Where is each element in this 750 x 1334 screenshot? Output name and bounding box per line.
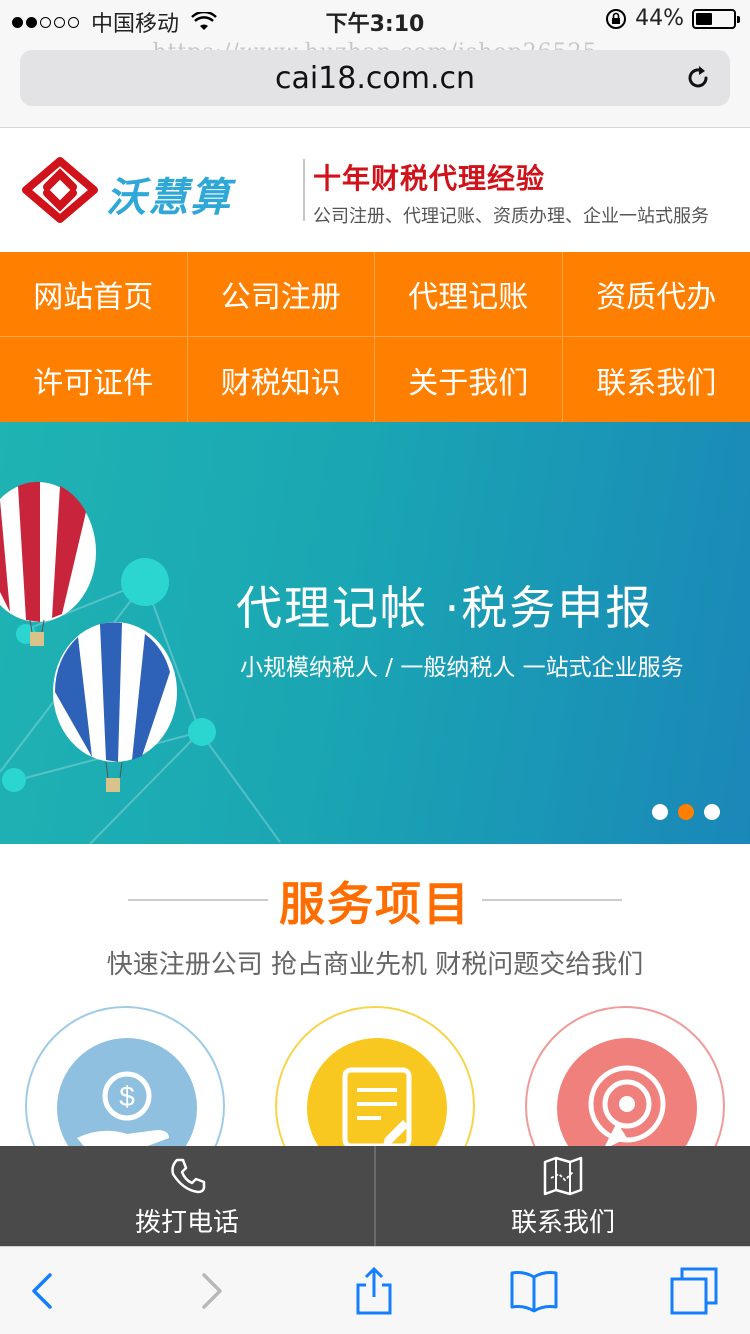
forward-icon[interactable] [184,1265,236,1317]
nav-item-licenses[interactable]: 许可证件 [0,337,188,422]
contact-us-button-label: 联系我们 [510,1207,615,1238]
url-text: cai18.com.cn [274,60,476,96]
nav-item-home[interactable]: 网站首页 [0,252,188,337]
tabs-icon[interactable] [668,1265,720,1317]
banner-title: 代理记帐 ·税务申报 [236,581,654,635]
status-right: 44% [605,6,740,31]
nav-item-about-us[interactable]: 关于我们 [375,337,563,422]
contact-bar: 拨打电话 联系我们 [0,1146,750,1246]
call-button[interactable]: 拨打电话 [0,1146,376,1246]
logo-text[interactable]: 沃慧算 [106,165,232,223]
back-icon[interactable] [18,1265,70,1317]
browser-toolbar [0,1246,750,1334]
contact-us-button[interactable]: 联系我们 [376,1146,750,1246]
carousel-dot-1[interactable] [652,804,668,820]
logo-icon[interactable] [22,157,98,223]
reload-icon[interactable] [682,62,714,94]
battery-icon [692,8,740,29]
url-field[interactable]: cai18.com.cn [20,50,730,106]
banner-subtitle: 小规模纳税人 / 一般纳税人 一站式企业服务 [240,655,684,681]
battery-percent: 44% [635,6,684,31]
site-header: 沃慧算 十年财税代理经验 公司注册、代理记账、资质办理、企业一站式服务 [0,129,750,252]
services-title: 服务项目 [279,877,471,931]
header-slogan: 十年财税代理经验 [313,162,546,195]
bookmarks-icon[interactable] [508,1265,560,1317]
heading-line-right [482,899,622,901]
carousel-dot-3[interactable] [704,804,720,820]
nav-item-tax-knowledge[interactable]: 财税知识 [188,337,375,422]
map-icon [543,1156,583,1195]
main-nav: 网站首页 公司注册 代理记账 资质代办 许可证件 财税知识 关于我们 联系我们 [0,252,750,422]
phone-icon [171,1158,206,1193]
battery-fill [696,12,712,25]
banner-carousel[interactable]: 代理记帐 ·税务申报 小规模纳税人 / 一般纳税人 一站式企业服务 [0,422,750,844]
carousel-dot-2[interactable] [678,804,694,820]
rotation-lock-icon [606,8,627,29]
header-services-line: 公司注册、代理记账、资质办理、企业一站式服务 [313,206,709,227]
address-bar: https://www.huzhan.com/ishop26525 cai18.… [0,40,750,128]
nav-item-contact-us[interactable]: 联系我们 [563,337,750,422]
nav-item-qualification[interactable]: 资质代办 [562,252,750,337]
status-bar: 中国移动 下午3:10 44% [0,0,750,40]
call-button-label: 拨打电话 [134,1207,239,1238]
nav-item-bookkeeping[interactable]: 代理记账 [375,252,563,337]
header-divider [303,159,305,221]
share-icon[interactable] [348,1265,400,1317]
services-description: 快速注册公司 抢占商业先机 财税问题交给我们 [106,950,644,980]
nav-item-company-registration[interactable]: 公司注册 [187,252,375,337]
carousel-dots [652,804,720,820]
services-heading: 服务项目 [0,868,750,931]
svg-text:$: $ [119,1081,135,1112]
